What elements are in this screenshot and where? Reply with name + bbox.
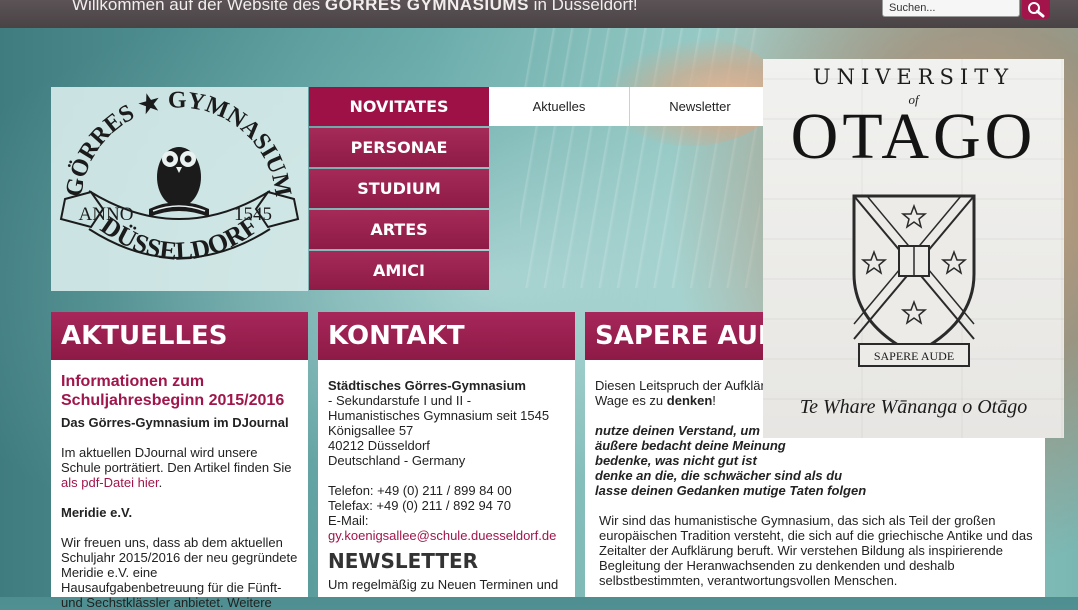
aktuelles-heading: AKTUELLES bbox=[51, 312, 308, 360]
nav-item-novitates[interactable]: NOVITATES bbox=[309, 87, 489, 126]
subnav-item-newsletter[interactable]: Newsletter bbox=[630, 87, 770, 126]
magnifier-icon bbox=[1028, 2, 1045, 18]
sub-navigation: Aktuelles Newsletter bbox=[489, 87, 764, 126]
poem-line: denke an die, die schwächer sind als du bbox=[595, 468, 843, 483]
city: 40212 Düsseldorf bbox=[328, 438, 430, 453]
pdf-link[interactable]: als pdf-Datei hier bbox=[61, 475, 159, 490]
kontakt-panel: Städtisches Görres-Gymnasium - Sekundars… bbox=[318, 360, 575, 597]
meridie-text: Wir freuen uns, dass ab dem aktuellen Sc… bbox=[61, 535, 298, 610]
email-label: E-Mail: bbox=[328, 513, 369, 528]
school-name: Städtisches Görres-Gymnasium bbox=[328, 378, 526, 393]
djournal-text: Im aktuellen DJournal wird unsere Schule… bbox=[61, 445, 292, 490]
country: Deutschland - Germany bbox=[328, 453, 466, 468]
newsletter-heading: NEWSLETTER bbox=[328, 549, 479, 573]
poem-line: bedenke, was nicht gut ist bbox=[595, 453, 757, 468]
mission-text: Wir sind das humanistische Gymnasium, da… bbox=[599, 513, 1033, 588]
email-link[interactable]: gy.koenigsallee@schule.duesseldorf.de bbox=[328, 528, 565, 543]
kontakt-heading: KONTAKT bbox=[318, 312, 575, 360]
otago-main-text: OTAGO bbox=[790, 100, 1037, 173]
otago-motto: Te Whare Wānanga o Otāgo bbox=[799, 396, 1028, 418]
aktuelles-panel: Informationen zum Schuljahresbeginn 2015… bbox=[51, 360, 308, 610]
shield-crest-icon: SAPERE AUDE bbox=[852, 194, 976, 367]
owl-seal-icon: GÖRRES ★ GYMNASIUM ANNO 1545 DÜSSELDORF bbox=[59, 87, 300, 266]
fax: Telefax: +49 (0) 211 / 892 94 70 bbox=[328, 498, 511, 513]
search-button[interactable] bbox=[1022, 0, 1050, 19]
nav-item-studium[interactable]: STUDIUM bbox=[309, 169, 489, 208]
newsletter-text: Um regelmäßig zu Neuen Terminen und bbox=[328, 577, 559, 592]
school-logo[interactable]: GÖRRES ★ GYMNASIUM ANNO 1545 DÜSSELDORF bbox=[51, 87, 308, 291]
nav-item-amici[interactable]: AMICI bbox=[309, 251, 489, 290]
nav-item-personae[interactable]: PERSONAE bbox=[309, 128, 489, 167]
poem-line: äußere bedacht deine Meinung bbox=[595, 438, 786, 453]
otago-banner[interactable]: UNIVERSITY of OTAGO SAPERE AUDE Te Whare… bbox=[763, 59, 1064, 438]
street: Königsallee 57 bbox=[328, 423, 414, 438]
address-line: Humanistisches Gymnasium seit 1545 bbox=[328, 408, 550, 423]
meridie-title: Meridie e.V. bbox=[61, 505, 133, 520]
djournal-title: Das Görres-Gymnasium im DJournal bbox=[61, 415, 289, 430]
address-line: - Sekundarstufe I und II - bbox=[328, 393, 472, 408]
nav-item-artes[interactable]: ARTES bbox=[309, 210, 489, 249]
welcome-text: Willkommen auf der Website des GÖRRES GY… bbox=[72, 0, 638, 14]
crest-motto: SAPERE AUDE bbox=[874, 349, 954, 363]
subnav-item-aktuelles[interactable]: Aktuelles bbox=[489, 87, 630, 126]
otago-top-text: UNIVERSITY bbox=[812, 65, 1015, 89]
search-input[interactable] bbox=[882, 0, 1020, 17]
poem-line: lasse deinen Gedanken mutige Taten folge… bbox=[595, 483, 867, 498]
phone: Telefon: +49 (0) 211 / 899 84 00 bbox=[328, 483, 512, 498]
top-bar: Willkommen auf der Website des GÖRRES GY… bbox=[0, 0, 1078, 28]
news-title-link[interactable]: Informationen zum Schuljahresbeginn 2015… bbox=[61, 372, 298, 410]
